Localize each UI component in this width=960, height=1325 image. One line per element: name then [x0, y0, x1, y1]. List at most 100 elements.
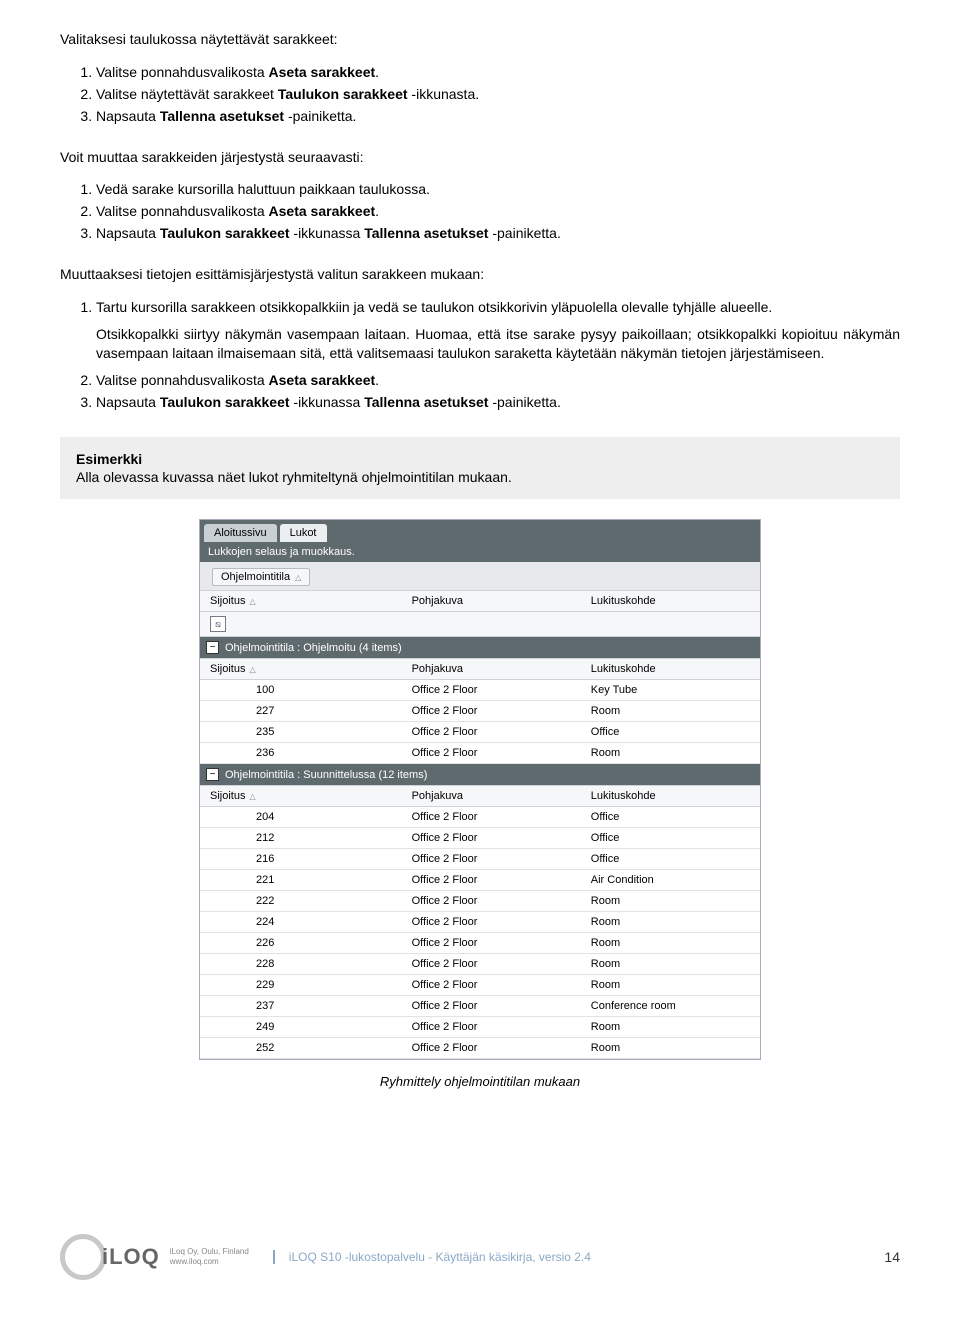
cell-sijoitus: 222 — [200, 891, 402, 911]
table-row[interactable]: 249Office 2 FloorRoom — [200, 1017, 760, 1038]
column-header-lukituskohde[interactable]: Lukituskohde — [581, 786, 760, 806]
page-footer: iLOQ iLoq Oy, Oulu, Finland www.iloq.com… — [60, 1234, 900, 1280]
group-by-chip[interactable]: Ohjelmointitila △ — [212, 568, 310, 586]
app-screenshot: Aloitussivu Lukot Lukkojen selaus ja muo… — [199, 519, 761, 1060]
step: Tartu kursorilla sarakkeen otsikkopalkki… — [96, 298, 900, 363]
footer-doc-title: iLOQ S10 -lukostopalvelu - Käyttäjän käs… — [273, 1250, 591, 1264]
col-label: Sijoitus — [210, 663, 245, 675]
filter-icon[interactable]: ⧅ — [210, 616, 226, 632]
cell-sijoitus: 235 — [200, 722, 402, 742]
cell-lukituskohde: Room — [581, 975, 760, 995]
tab-aloitussivu[interactable]: Aloitussivu — [204, 524, 277, 542]
cell-pohjakuva: Office 2 Floor — [402, 828, 581, 848]
cell-sijoitus: 221 — [200, 870, 402, 890]
cell-pohjakuva: Office 2 Floor — [402, 807, 581, 827]
collapse-icon[interactable]: − — [206, 768, 219, 781]
table-row[interactable]: 227Office 2 FloorRoom — [200, 701, 760, 722]
cell-sijoitus: 249 — [200, 1017, 402, 1037]
table-row[interactable]: 212Office 2 FloorOffice — [200, 828, 760, 849]
cell-lukituskohde: Air Condition — [581, 870, 760, 890]
cell-pohjakuva: Office 2 Floor — [402, 1038, 581, 1058]
column-header-lukituskohde[interactable]: Lukituskohde — [581, 591, 760, 611]
cell-pohjakuva: Office 2 Floor — [402, 870, 581, 890]
cell-lukituskohde: Room — [581, 743, 760, 763]
table-row[interactable]: 204Office 2 FloorOffice — [200, 807, 760, 828]
page-number: 14 — [884, 1249, 900, 1265]
table-row[interactable]: 221Office 2 FloorAir Condition — [200, 870, 760, 891]
step: Valitse ponnahdusvalikosta Aseta sarakke… — [96, 63, 900, 82]
cell-pohjakuva: Office 2 Floor — [402, 933, 581, 953]
brand-text: iLOQ — [102, 1244, 160, 1270]
cell-sijoitus: 252 — [200, 1038, 402, 1058]
cell-lukituskohde: Office — [581, 828, 760, 848]
cell-sijoitus: 100 — [200, 680, 402, 700]
steps-list-2: Vedä sarake kursorilla haluttuun paikkaa… — [82, 180, 900, 243]
steps-list-3: Tartu kursorilla sarakkeen otsikkopalkki… — [82, 298, 900, 411]
table-row[interactable]: 222Office 2 FloorRoom — [200, 891, 760, 912]
cell-sijoitus: 216 — [200, 849, 402, 869]
cell-pohjakuva: Office 2 Floor — [402, 954, 581, 974]
tab-lukot[interactable]: Lukot — [280, 524, 327, 542]
step: Valitse ponnahdusvalikosta Aseta sarakke… — [96, 371, 900, 390]
column-header-sijoitus[interactable]: Sijoitus △ — [200, 591, 402, 611]
column-header-row: Sijoitus △ Pohjakuva Lukituskohde — [200, 590, 760, 612]
cell-sijoitus: 228 — [200, 954, 402, 974]
cell-pohjakuva: Office 2 Floor — [402, 722, 581, 742]
table-row[interactable]: 216Office 2 FloorOffice — [200, 849, 760, 870]
column-header-sijoitus[interactable]: Sijoitus △ — [200, 659, 402, 679]
tab-bar: Aloitussivu Lukot — [200, 520, 760, 542]
step-text: Tartu kursorilla sarakkeen otsikkopalkki… — [96, 299, 772, 315]
table-row[interactable]: 252Office 2 FloorRoom — [200, 1038, 760, 1059]
cell-pohjakuva: Office 2 Floor — [402, 996, 581, 1016]
cell-lukituskohde: Room — [581, 891, 760, 911]
cell-pohjakuva: Office 2 Floor — [402, 680, 581, 700]
cell-sijoitus: 212 — [200, 828, 402, 848]
table-row[interactable]: 224Office 2 FloorRoom — [200, 912, 760, 933]
cell-lukituskohde: Room — [581, 912, 760, 932]
group-header-ohjelmoitu[interactable]: − Ohjelmointitila : Ohjelmoitu (4 items) — [200, 637, 760, 658]
cell-pohjakuva: Office 2 Floor — [402, 743, 581, 763]
column-header-lukituskohde[interactable]: Lukituskohde — [581, 659, 760, 679]
example-text: Alla olevassa kuvassa näet lukot ryhmite… — [76, 469, 884, 485]
table-row[interactable]: 237Office 2 FloorConference room — [200, 996, 760, 1017]
cell-sijoitus: 229 — [200, 975, 402, 995]
column-header-pohjakuva[interactable]: Pohjakuva — [402, 786, 581, 806]
table-row[interactable]: 229Office 2 FloorRoom — [200, 975, 760, 996]
cell-pohjakuva: Office 2 Floor — [402, 975, 581, 995]
cell-sijoitus: 224 — [200, 912, 402, 932]
column-header-row: Sijoitus △ Pohjakuva Lukituskohde — [200, 658, 760, 680]
group-header-label: Ohjelmointitila : Suunnittelussa (12 ite… — [225, 769, 427, 781]
column-header-pohjakuva[interactable]: Pohjakuva — [402, 591, 581, 611]
figure-caption: Ryhmittely ohjelmointitilan mukaan — [60, 1074, 900, 1089]
step: Vedä sarake kursorilla haluttuun paikkaa… — [96, 180, 900, 199]
step: Valitse ponnahdusvalikosta Aseta sarakke… — [96, 202, 900, 221]
sort-asc-icon: △ — [295, 573, 301, 582]
group-header-suunnittelussa[interactable]: − Ohjelmointitila : Suunnittelussa (12 i… — [200, 764, 760, 785]
cell-lukituskohde: Room — [581, 1038, 760, 1058]
table-row[interactable]: 100Office 2 FloorKey Tube — [200, 680, 760, 701]
section-intro-1: Valitaksesi taulukossa näytettävät sarak… — [60, 30, 900, 49]
cell-sijoitus: 236 — [200, 743, 402, 763]
section-intro-3: Muuttaaksesi tietojen esittämisjärjestys… — [60, 265, 900, 284]
step: Napsauta Tallenna asetukset -painiketta. — [96, 107, 900, 126]
column-header-sijoitus[interactable]: Sijoitus △ — [200, 786, 402, 806]
table-row[interactable]: 226Office 2 FloorRoom — [200, 933, 760, 954]
filter-row: ⧅ — [200, 612, 760, 637]
section-intro-2: Voit muuttaa sarakkeiden järjestystä seu… — [60, 148, 900, 167]
example-title: Esimerkki — [76, 451, 884, 467]
cell-lukituskohde: Office — [581, 849, 760, 869]
sub-header: Lukkojen selaus ja muokkaus. — [200, 542, 760, 562]
cell-lukituskohde: Office — [581, 807, 760, 827]
column-header-pohjakuva[interactable]: Pohjakuva — [402, 659, 581, 679]
table-row[interactable]: 228Office 2 FloorRoom — [200, 954, 760, 975]
cell-lukituskohde: Room — [581, 1017, 760, 1037]
table-row[interactable]: 236Office 2 FloorRoom — [200, 743, 760, 764]
cell-sijoitus: 237 — [200, 996, 402, 1016]
cell-pohjakuva: Office 2 Floor — [402, 1017, 581, 1037]
cell-sijoitus: 227 — [200, 701, 402, 721]
table-row[interactable]: 235Office 2 FloorOffice — [200, 722, 760, 743]
group-chip-label: Ohjelmointitila — [221, 571, 290, 583]
sort-asc-icon: △ — [249, 665, 255, 674]
sort-asc-icon: △ — [249, 792, 255, 801]
collapse-icon[interactable]: − — [206, 641, 219, 654]
